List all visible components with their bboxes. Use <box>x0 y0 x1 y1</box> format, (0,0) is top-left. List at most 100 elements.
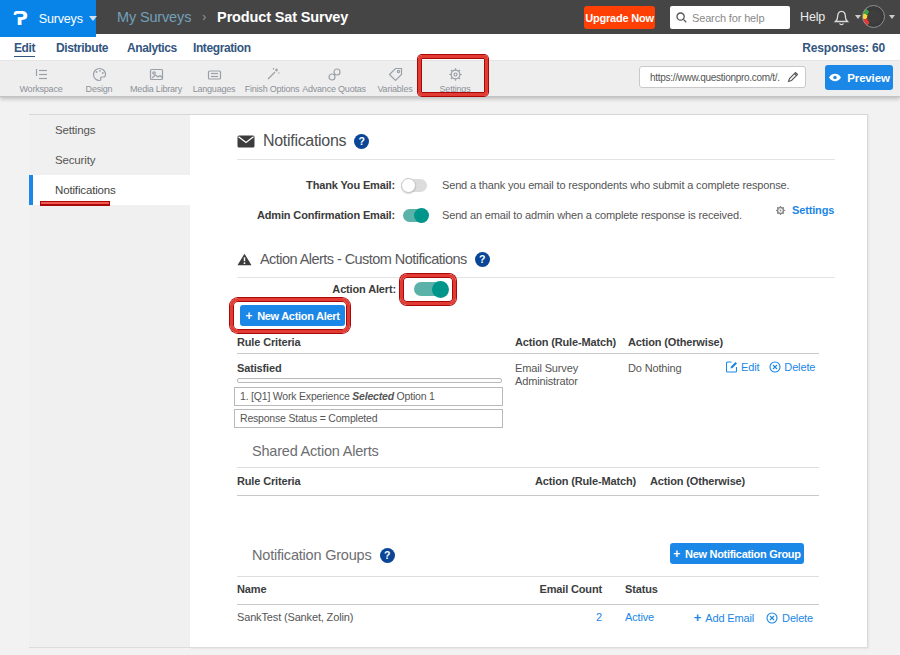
envelope-icon <box>237 135 255 148</box>
table-top-line <box>237 467 819 468</box>
group-status[interactable]: Active <box>625 611 654 623</box>
edit-alert-link[interactable]: Edit <box>741 361 759 373</box>
warning-icon <box>237 253 252 266</box>
survey-url-field[interactable]: https://www.questionpro.com/t/. <box>639 66 806 88</box>
responses-count[interactable]: Responses: 60 <box>802 41 885 55</box>
notifications-annotation-underline <box>40 201 110 206</box>
notifications-bell-button[interactable] <box>832 7 861 27</box>
shared-action-otherwise-header: Action (Otherwise) <box>650 475 745 487</box>
action-alerts-help-icon[interactable]: ? <box>475 252 490 267</box>
avatar <box>862 5 885 28</box>
chain-links-icon <box>326 66 343 83</box>
action-rule-match-value: Email Survey Administrator <box>515 362 605 388</box>
admin-email-settings-link[interactable]: Settings <box>775 204 834 216</box>
help-link[interactable]: Help <box>800 10 825 24</box>
table-divider <box>237 604 819 605</box>
breadcrumb-separator: › <box>202 10 206 24</box>
notification-groups-help-icon[interactable]: ? <box>380 548 395 563</box>
action-otherwise-header: Action (Otherwise) <box>628 336 723 348</box>
divider <box>237 159 835 160</box>
delete-alert-link[interactable]: Delete <box>784 361 815 373</box>
page-title: Notifications <box>263 132 346 150</box>
action-rule-match-header: Action (Rule-Match) <box>515 336 616 348</box>
breadcrumb-my-surveys[interactable]: My Surveys <box>117 9 191 25</box>
group-email-count[interactable]: 2 <box>490 611 602 623</box>
tab-analytics[interactable]: Analytics <box>127 41 177 55</box>
plus-icon: + <box>694 610 701 625</box>
action-alerts-title: Action Alerts - Custom Notifications <box>260 251 467 267</box>
group-row-actions: + Add Email Delete <box>694 610 813 625</box>
criteria-bar <box>237 378 502 383</box>
criteria-status: Satisfied <box>237 362 282 374</box>
plus-icon: + <box>673 547 680 561</box>
edit-url-pencil-icon[interactable] <box>787 71 799 83</box>
new-action-alert-annotation-box <box>230 298 350 333</box>
thank-you-email-toggle[interactable] <box>403 179 427 192</box>
keyboard-icon <box>206 66 223 83</box>
table-divider <box>237 495 819 496</box>
table-divider <box>237 353 819 354</box>
chevron-down-icon <box>89 16 97 21</box>
group-name: SankTest (Sanket, Zolin) <box>237 611 353 623</box>
notifications-heading-row: Notifications ? <box>237 132 369 150</box>
add-email-link[interactable]: Add Email <box>705 612 754 624</box>
action-alert-label: Action Alert: <box>237 283 396 295</box>
email-count-header: Email Count <box>490 583 602 595</box>
image-icon <box>148 66 165 83</box>
help-search-input[interactable]: Search for help <box>670 6 790 29</box>
bell-icon <box>832 7 851 27</box>
delete-circle-icon <box>766 612 778 624</box>
criteria-condition-2: Response Status = Completed <box>234 409 503 428</box>
search-placeholder: Search for help <box>692 12 764 24</box>
avatar-chevron-icon <box>889 15 895 19</box>
edit-icon <box>726 361 738 373</box>
account-menu-button[interactable] <box>862 5 895 28</box>
action-alerts-heading-row: Action Alerts - Custom Notifications ? <box>237 251 490 267</box>
magic-wand-icon <box>264 66 281 83</box>
tab-edit[interactable]: Edit <box>14 41 35 57</box>
sidebar-item-security[interactable]: Security <box>29 145 190 175</box>
tag-icon <box>387 66 404 83</box>
notification-groups-title: Notification Groups <box>252 547 372 563</box>
action-alert-annotation-box <box>400 274 456 305</box>
settings-annotation-box <box>418 55 488 96</box>
alert-row-actions: Edit Delete <box>726 361 815 373</box>
notifications-panel: Notifications ? Thank You Email: Send a … <box>190 114 868 648</box>
shared-rule-criteria-header: Rule Criteria <box>237 475 300 487</box>
bell-chevron-icon <box>855 15 861 19</box>
palette-icon <box>91 66 108 83</box>
settings-sidebar: Settings Security Notifications <box>29 114 190 648</box>
tab-integration[interactable]: Integration <box>193 41 251 55</box>
survey-url-text: https://www.questionpro.com/t/. <box>650 72 787 83</box>
group-name-header: Name <box>237 583 266 595</box>
divider <box>237 277 835 278</box>
breadcrumb: My Surveys › Product Sat Survey <box>117 0 348 34</box>
logo-box[interactable]: Ɂ Surveys <box>0 0 96 37</box>
new-notification-group-button[interactable]: + New Notification Group <box>670 543 804 564</box>
admin-confirmation-email-description: Send an email to admin when a complete r… <box>442 209 742 221</box>
status-header: Status <box>625 583 658 595</box>
upgrade-now-button[interactable]: Upgrade Now <box>584 6 655 29</box>
admin-confirmation-email-toggle[interactable] <box>403 209 427 222</box>
product-switcher-label: Surveys <box>39 12 83 26</box>
sidebar-item-settings[interactable]: Settings <box>29 115 190 145</box>
search-icon <box>676 12 687 23</box>
notification-groups-heading-row: Notification Groups ? <box>252 547 395 563</box>
preview-button[interactable]: Preview <box>825 65 893 90</box>
notifications-help-icon[interactable]: ? <box>354 134 369 149</box>
breadcrumb-current-survey: Product Sat Survey <box>217 9 348 25</box>
criteria-condition-1: 1. [Q1] Work Experience Selected Option … <box>234 387 503 406</box>
table-top-line <box>237 576 819 577</box>
gear-icon <box>775 205 786 216</box>
eye-icon <box>828 73 842 82</box>
tab-distribute[interactable]: Distribute <box>56 41 108 55</box>
thank-you-email-label: Thank You Email: <box>237 179 395 191</box>
admin-confirmation-email-label: Admin Confirmation Email: <box>237 209 395 221</box>
workspace-icon <box>33 66 50 83</box>
thank-you-email-description: Send a thank you email to respondents wh… <box>442 179 789 191</box>
shared-action-rule-match-header: Action (Rule-Match) <box>535 475 636 487</box>
delete-circle-icon <box>769 361 781 373</box>
shared-action-alerts-title: Shared Action Alerts <box>252 443 379 459</box>
action-otherwise-value: Do Nothing <box>628 362 682 374</box>
delete-group-link[interactable]: Delete <box>782 612 813 624</box>
